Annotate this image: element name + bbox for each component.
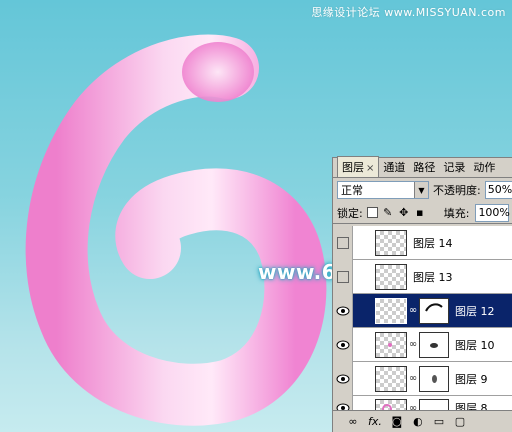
layer-row-10[interactable]: ∞ 图层 10 — [333, 327, 512, 362]
layer-name: 图层 12 — [455, 304, 495, 318]
new-layer-icon[interactable]: ▢ — [454, 415, 466, 428]
opacity-label: 不透明度: — [433, 184, 481, 197]
tab-layers-label: 图层 — [342, 161, 364, 174]
layer-name: 图层 10 — [455, 338, 495, 352]
eye-icon[interactable] — [333, 327, 353, 362]
panel-bottom-bar: ∞ fx. ◙ ◐ ▭ ▢ — [333, 410, 512, 432]
lock-transparency-icon[interactable] — [366, 207, 378, 218]
tab-paths[interactable]: 路径 — [409, 157, 439, 177]
layer-thumbnail — [375, 263, 407, 290]
panel-tabs: 图层 × 通道 路径 记录 动作 — [333, 156, 512, 178]
chevron-down-icon: ▼ — [414, 182, 428, 198]
layer-name: 图层 13 — [413, 270, 453, 284]
layers-panel: 图层 × 通道 路径 记录 动作 正常 ▼ 不透明度: 50% 锁定: ✎ ✥ ▪… — [332, 156, 512, 432]
tab-layers[interactable]: 图层 × — [337, 156, 380, 177]
blend-row: 正常 ▼ 不透明度: 50% — [333, 178, 512, 202]
watermark-top: 思缘设计论坛 www.MISSYUAN.com — [311, 6, 506, 19]
link-icon[interactable]: ∞ — [347, 415, 359, 428]
layers-list: 图层 14 图层 13 ⊕ ∞ 图层 12 ⊕ — [333, 225, 512, 420]
layer-row-13[interactable]: 图层 13 ⊕ — [333, 259, 512, 294]
layer-row-9[interactable]: ∞ 图层 9 — [333, 361, 512, 396]
adjustment-icon[interactable]: ◐ — [412, 415, 424, 428]
lock-brush-icon[interactable]: ✎ — [382, 206, 394, 219]
eye-icon[interactable] — [333, 361, 353, 396]
tab-channels[interactable]: 通道 — [379, 157, 409, 177]
fx-icon[interactable]: fx. — [368, 415, 382, 428]
layer-mask-thumbnail[interactable] — [419, 297, 449, 324]
tab-actions[interactable]: 动作 — [469, 157, 499, 177]
blend-mode-value: 正常 — [341, 184, 363, 197]
blend-mode-select[interactable]: 正常 ▼ — [337, 181, 429, 199]
eye-icon[interactable] — [333, 293, 353, 328]
link-icon[interactable]: ∞ — [407, 339, 419, 350]
layer-thumbnail — [375, 365, 407, 392]
visibility-toggle[interactable] — [333, 259, 353, 294]
layer-row-14[interactable]: 图层 14 — [333, 225, 512, 260]
layer-thumbnail — [375, 331, 407, 358]
tab-history[interactable]: 记录 — [439, 157, 469, 177]
close-icon[interactable]: × — [366, 163, 374, 174]
mask-icon[interactable]: ◙ — [391, 415, 403, 428]
opacity-input[interactable]: 50% — [484, 181, 512, 199]
link-icon[interactable]: ∞ — [407, 305, 419, 316]
link-icon[interactable]: ∞ — [407, 373, 419, 384]
folder-icon[interactable]: ▭ — [433, 415, 445, 428]
fill-label: 填充: — [443, 206, 470, 220]
lock-row: 锁定: ✎ ✥ ▪ 填充: 100% — [333, 202, 512, 224]
layer-name: 图层 14 — [413, 236, 453, 250]
layer-row-12[interactable]: ∞ 图层 12 ⊕ — [333, 293, 512, 328]
layer-thumbnail — [375, 229, 407, 256]
lock-all-icon[interactable]: ▪ — [414, 206, 426, 219]
layer-mask-thumbnail[interactable] — [419, 331, 449, 358]
layer-name: 图层 9 — [455, 372, 488, 386]
layer-mask-thumbnail[interactable] — [419, 365, 449, 392]
layer-thumbnail — [375, 297, 407, 324]
lock-move-icon[interactable]: ✥ — [398, 206, 410, 219]
fill-input[interactable]: 100% — [475, 203, 510, 222]
visibility-toggle[interactable] — [333, 225, 353, 260]
lock-label: 锁定: — [337, 206, 363, 220]
